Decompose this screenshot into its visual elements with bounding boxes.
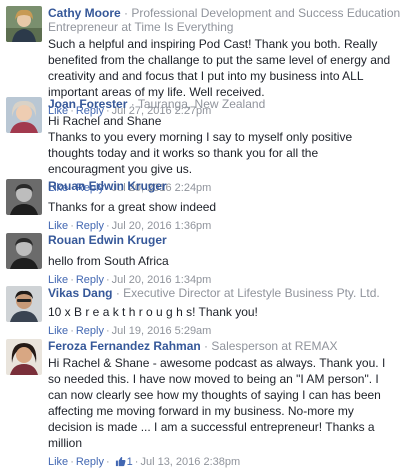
comment-timestamp[interactable]: Jul 19, 2016 5:29am [112, 325, 212, 337]
commenter-headline: Executive Director at Lifestyle Business… [123, 286, 380, 300]
reply-link[interactable]: Reply [76, 220, 104, 232]
commenter-headline: Salesperson at REMAX [211, 339, 338, 353]
avatar[interactable] [6, 6, 42, 42]
commenter-name[interactable]: Rouan Edwin Kruger [48, 233, 167, 247]
reply-link[interactable]: Reply [76, 274, 104, 286]
comment-text: hello from South Africa [48, 254, 169, 268]
action-separator: · [105, 220, 110, 232]
meta-separator: · [204, 339, 209, 353]
commenter-name[interactable]: Cathy Moore [48, 6, 121, 20]
reply-link[interactable]: Reply [76, 456, 104, 468]
comment-timestamp[interactable]: Jul 20, 2016 1:36pm [112, 220, 212, 232]
thumbs-up-icon [115, 456, 126, 471]
comment-timestamp[interactable]: Jul 20, 2016 1:34pm [112, 274, 212, 286]
commenter-subline: Entrepreneur at Time Is Everything [48, 20, 234, 34]
meta-separator: · [124, 6, 129, 20]
comment-timestamp[interactable]: Jul 13, 2016 2:38pm [140, 456, 240, 468]
comment-actions: Like · Reply · Jul 19, 2016 5:29am [48, 324, 394, 338]
avatar[interactable] [6, 339, 42, 375]
avatar[interactable] [6, 233, 42, 269]
commenter-name[interactable]: Feroza Fernandez Rahman [48, 339, 201, 353]
like-link[interactable]: Like [48, 325, 68, 337]
action-separator: · [105, 456, 110, 468]
meta-separator: · [115, 286, 120, 300]
reply-link[interactable]: Reply [76, 325, 104, 337]
commenter-name[interactable]: Vikas Dang [48, 286, 112, 300]
action-separator: · [70, 220, 74, 232]
action-separator: · [70, 274, 74, 286]
comment-text: Hi Rachel & Shane - awesome podcast as a… [48, 356, 386, 450]
action-separator: · [70, 456, 74, 468]
like-count[interactable]: 1 [127, 456, 133, 468]
avatar[interactable] [6, 179, 42, 215]
commenter-headline: Professional Development and Success Edu… [131, 6, 400, 20]
comment-text: Such a helpful and inspiring Pod Cast! T… [48, 37, 391, 99]
commenter-name[interactable]: Rouan Edwin Kruger [48, 179, 167, 193]
action-separator: · [105, 325, 110, 337]
comment-text: 10 x B r e a k t h r o u g h s! Thank yo… [48, 305, 258, 319]
avatar[interactable] [6, 286, 42, 322]
comment-text: Hi Rachel and Shane Thanks to you every … [48, 114, 353, 176]
avatar[interactable] [6, 97, 42, 133]
comment-actions: Like · Reply · 1 · Jul 13, 2016 2:38pm [48, 455, 394, 471]
comment-actions: Like · Reply · Jul 20, 2016 1:34pm [48, 273, 394, 287]
like-link[interactable]: Like [48, 220, 68, 232]
comment-text: Thanks for a great show indeed [48, 200, 217, 214]
commenter-headline: Tauranga, New Zealand [137, 97, 266, 111]
commenter-name[interactable]: Joan Forester [48, 97, 127, 111]
action-separator: · [70, 325, 74, 337]
meta-separator: · [130, 97, 135, 111]
action-separator: · [134, 456, 139, 468]
like-link[interactable]: Like [48, 456, 68, 468]
like-link[interactable]: Like [48, 274, 68, 286]
action-separator: · [105, 274, 110, 286]
comment-actions: Like · Reply · Jul 20, 2016 1:36pm [48, 219, 394, 233]
